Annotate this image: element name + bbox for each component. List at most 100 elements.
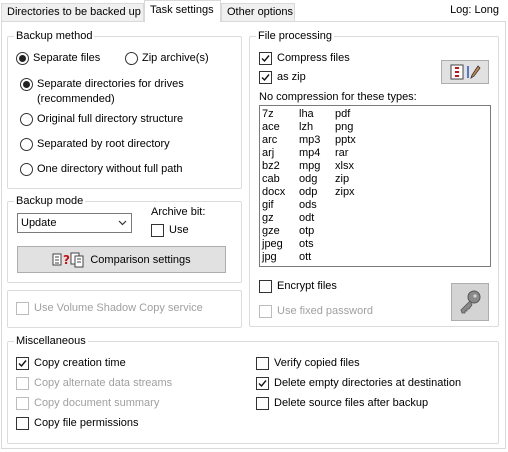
comparison-settings-button[interactable]: ? Comparison settings xyxy=(17,246,226,273)
miscellaneous-title: Miscellaneous xyxy=(14,334,88,348)
delete-source-checkbox[interactable]: Delete source files after backup xyxy=(256,396,428,410)
checkbox[interactable] xyxy=(151,223,164,237)
edit-zip-icon xyxy=(450,64,481,80)
copy-creation-time-checkbox[interactable]: Copy creation time xyxy=(16,356,126,370)
radio-button[interactable] xyxy=(20,137,33,151)
copy-file-permissions-label: Copy file permissions xyxy=(34,417,139,429)
file-type-item: mp4 xyxy=(299,147,321,159)
checkbox[interactable] xyxy=(259,304,272,318)
copy-alt-streams-checkbox[interactable]: Copy alternate data streams xyxy=(16,376,172,390)
file-type-item: mp3 xyxy=(299,134,321,146)
fixed-password-label: Use fixed password xyxy=(277,305,373,317)
file-type-item: arj xyxy=(262,147,275,159)
file-type-item: arc xyxy=(262,134,278,146)
encrypt-files-label: Encrypt files xyxy=(277,280,337,292)
compress-files-label: Compress files xyxy=(277,52,350,64)
radio-separate-drives-label: Separate directories for drives xyxy=(37,78,184,90)
checkbox[interactable] xyxy=(16,301,29,315)
file-type-item: gif xyxy=(262,199,274,211)
radio-root-directory-label: Separated by root directory xyxy=(37,138,170,150)
file-type-item: ods xyxy=(299,199,317,211)
file-type-item: jpg xyxy=(262,251,277,263)
file-type-item: lzh xyxy=(299,121,314,133)
compress-files-checkbox[interactable]: Compress files xyxy=(259,51,350,65)
radio-button[interactable] xyxy=(20,162,33,176)
verify-copied-label: Verify copied files xyxy=(274,357,360,369)
file-types-column-2: lha lzh mp3 mp4 mpg odg odp ods odt otp ots ott xyxy=(299,108,320,264)
radio-button[interactable] xyxy=(20,112,33,126)
backup-mode-value: Update xyxy=(21,217,57,229)
comparison-settings-label: Comparison settings xyxy=(90,253,191,266)
checkbox[interactable] xyxy=(16,416,29,430)
file-type-item: otp xyxy=(299,225,315,237)
backup-mode-title: Backup mode xyxy=(14,194,86,208)
file-types-column-3: pdf png pptx rar xlsx zip zipx xyxy=(335,108,356,199)
verify-copied-checkbox[interactable]: Verify copied files xyxy=(256,356,360,370)
radio-button[interactable] xyxy=(125,51,138,65)
radio-original-structure-label: Original full directory structure xyxy=(37,113,184,125)
encrypt-files-checkbox[interactable]: Encrypt files xyxy=(259,279,337,293)
file-type-item: ott xyxy=(299,251,312,263)
checkbox[interactable] xyxy=(256,396,269,410)
checkbox[interactable] xyxy=(16,356,29,370)
file-type-item: cab xyxy=(262,173,280,185)
file-type-item: ots xyxy=(299,238,314,250)
file-type-item: zip xyxy=(335,173,350,185)
file-type-item: rar xyxy=(335,147,349,159)
backup-mode-select[interactable]: Update xyxy=(17,213,132,233)
tab-other-options[interactable]: Other options xyxy=(221,3,295,22)
tab-strip: Directories to be backed up Task setting… xyxy=(0,0,508,22)
radio-zip-archives[interactable]: Zip archive(s) xyxy=(125,51,209,65)
checkbox[interactable] xyxy=(259,279,272,293)
compression-settings-button[interactable] xyxy=(441,60,489,84)
password-key-button[interactable] xyxy=(451,283,489,321)
tab-task-settings[interactable]: Task settings xyxy=(144,0,221,22)
delete-source-label: Delete source files after backup xyxy=(274,397,429,409)
no-compression-label: No compression for these types: xyxy=(259,91,417,103)
radio-separate-files[interactable]: Separate files xyxy=(16,51,100,65)
file-processing-title: File processing xyxy=(256,29,334,43)
copy-file-permissions-checkbox[interactable]: Copy file permissions xyxy=(16,416,139,430)
file-type-item: gz xyxy=(262,212,274,224)
radio-root-directory[interactable]: Separated by root directory xyxy=(20,137,170,151)
file-type-item: odt xyxy=(299,212,315,224)
radio-zip-archives-label: Zip archive(s) xyxy=(142,52,209,64)
copy-doc-summary-checkbox[interactable]: Copy document summary xyxy=(16,396,159,410)
checkbox[interactable] xyxy=(259,70,272,84)
checkbox[interactable] xyxy=(256,356,269,370)
file-type-item: odp xyxy=(299,186,318,198)
shadow-copy-checkbox[interactable]: Use Volume Shadow Copy service xyxy=(16,301,203,315)
file-type-item: jpeg xyxy=(262,238,283,250)
archive-bit-use-checkbox[interactable]: Use xyxy=(151,223,189,237)
radio-button[interactable] xyxy=(20,78,33,91)
checkmark-icon xyxy=(18,359,27,367)
radio-separate-drives-sublabel: (recommended) xyxy=(37,93,115,105)
log-level-label: Log: Long xyxy=(450,4,499,16)
checkbox[interactable] xyxy=(16,376,29,390)
archive-bit-label: Archive bit: xyxy=(151,206,206,218)
file-types-column-1: 7z ace arc arj bz2 cab docx gif gz gze jpeg jpg xyxy=(262,108,285,264)
delete-empty-dirs-checkbox[interactable]: Delete empty directories at destination xyxy=(256,376,461,390)
no-compression-listbox[interactable]: 7z ace arc arj bz2 cab docx gif gz gze jpeg jpg lha… xyxy=(259,105,491,267)
copy-alt-streams-label: Copy alternate data streams xyxy=(34,377,173,389)
as-zip-checkbox[interactable]: as zip xyxy=(259,70,306,84)
checkbox[interactable] xyxy=(259,51,272,65)
radio-one-directory[interactable]: One directory without full path xyxy=(20,162,183,176)
file-type-item: bz2 xyxy=(262,160,280,172)
checkmark-icon xyxy=(261,73,270,81)
radio-button[interactable] xyxy=(16,51,29,65)
checkmark-icon xyxy=(258,379,267,387)
file-type-item: gze xyxy=(262,225,280,237)
tab-directories[interactable]: Directories to be backed up xyxy=(1,3,144,22)
file-type-item: lha xyxy=(299,108,314,120)
fixed-password-checkbox[interactable]: Use fixed password xyxy=(259,304,373,318)
checkbox[interactable] xyxy=(256,376,269,390)
radio-original-structure[interactable]: Original full directory structure xyxy=(20,112,183,126)
checkbox[interactable] xyxy=(16,396,29,410)
file-type-item: pptx xyxy=(335,134,356,146)
file-type-item: 7z xyxy=(262,108,274,120)
radio-separate-files-label: Separate files xyxy=(33,52,101,64)
chevron-down-icon xyxy=(118,220,127,226)
radio-separate-drives[interactable]: Separate directories for drives (recomme… xyxy=(20,77,184,107)
delete-empty-dirs-label: Delete empty directories at destination xyxy=(274,377,462,389)
